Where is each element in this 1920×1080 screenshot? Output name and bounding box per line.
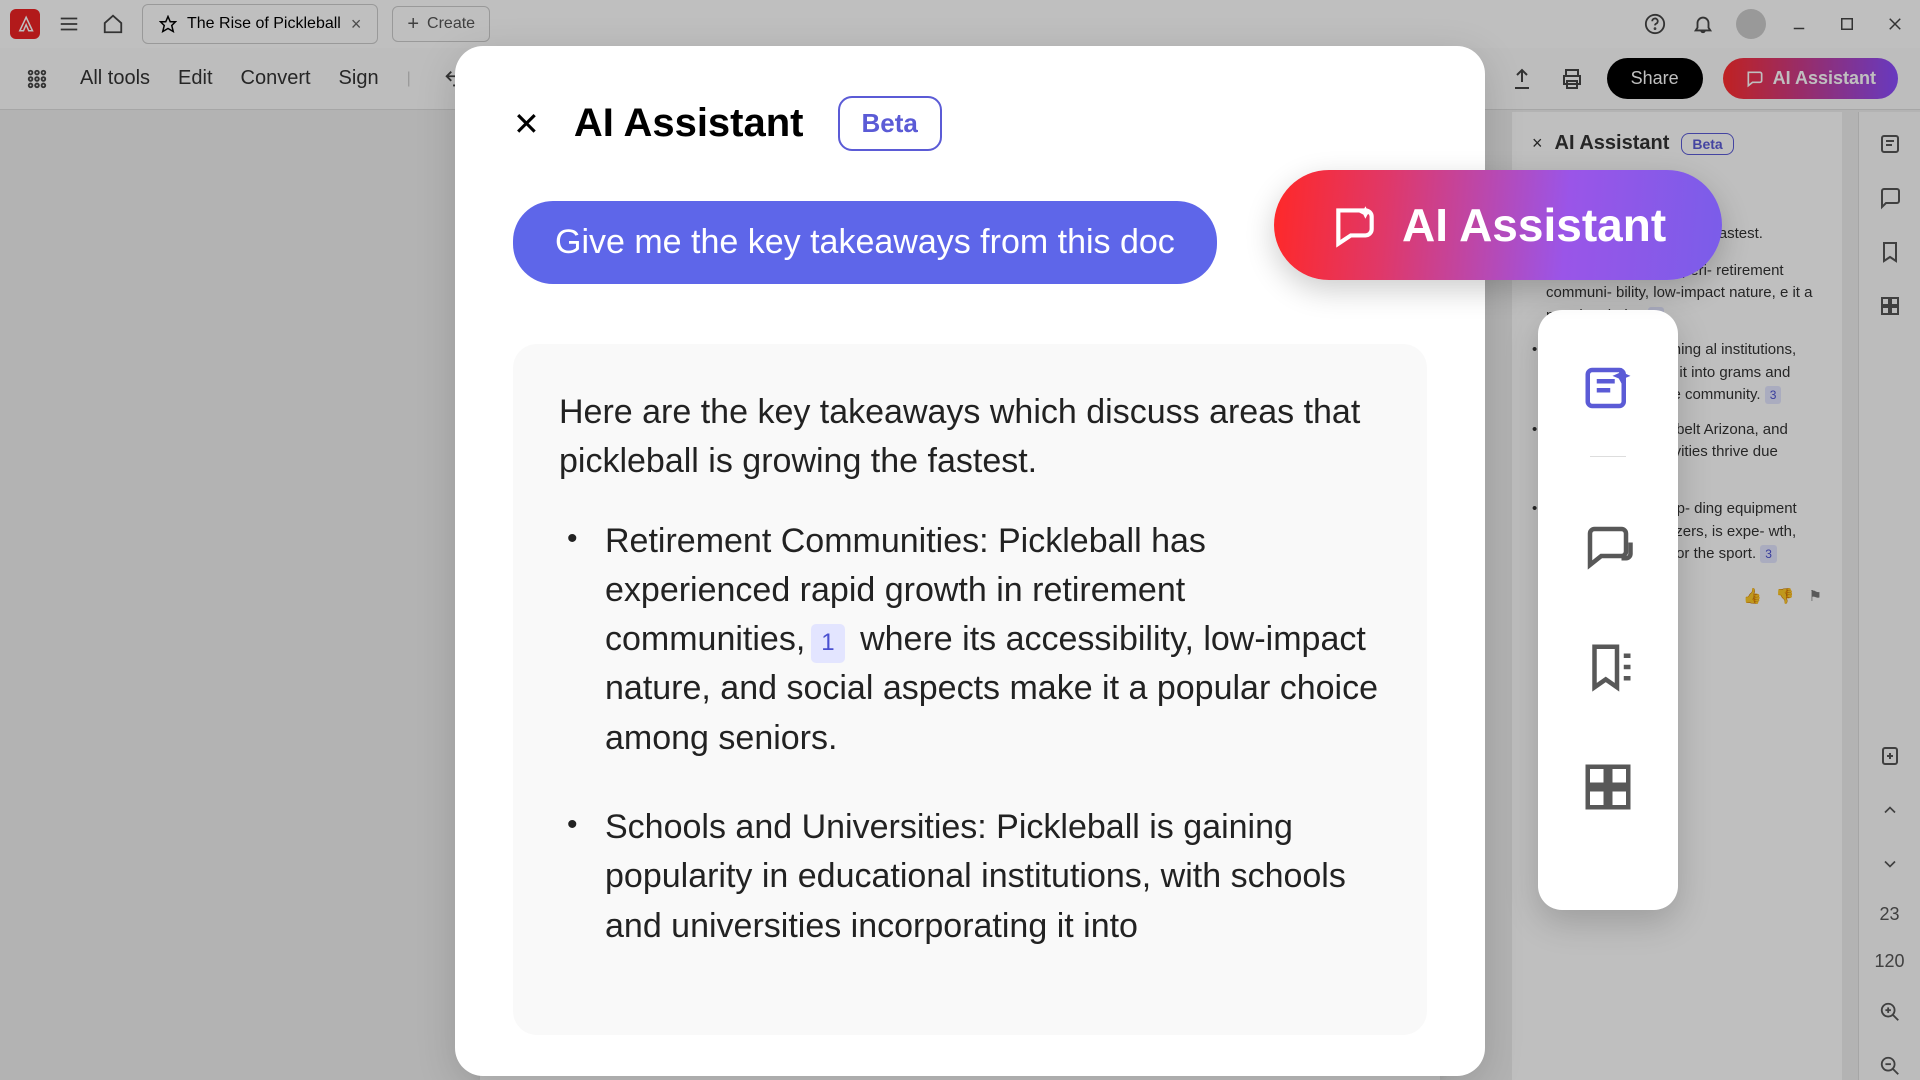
- divider: [1590, 456, 1626, 457]
- summary-rail-icon[interactable]: [1876, 130, 1904, 158]
- share-button[interactable]: Share: [1607, 58, 1703, 99]
- export-rail-icon[interactable]: [1876, 742, 1904, 770]
- right-rail: 23 120: [1858, 112, 1920, 1080]
- create-button[interactable]: + Create: [392, 6, 490, 42]
- document-tab[interactable]: The Rise of Pickleball ×: [142, 4, 378, 44]
- summary-card-icon[interactable]: [1578, 358, 1638, 418]
- help-icon[interactable]: [1640, 9, 1670, 39]
- comment-card-icon[interactable]: [1578, 517, 1638, 577]
- tab-title: The Rise of Pickleball: [187, 15, 341, 33]
- window-maximize-icon[interactable]: [1832, 9, 1862, 39]
- close-icon[interactable]: ×: [1532, 133, 1543, 154]
- zoom-in-icon[interactable]: [1876, 998, 1904, 1026]
- ai-assistant-float-button[interactable]: AI Assistant: [1274, 170, 1722, 280]
- thumbs-up-icon[interactable]: 👍: [1743, 586, 1762, 609]
- sparkle-chat-icon: [1330, 200, 1380, 250]
- convert-button[interactable]: Convert: [241, 67, 311, 90]
- bookmark-card-icon[interactable]: [1578, 637, 1638, 697]
- notification-icon[interactable]: [1688, 9, 1718, 39]
- flag-icon[interactable]: ⚑: [1809, 586, 1822, 609]
- ai-response-card: Here are the key takeaways which discuss…: [513, 344, 1427, 1035]
- response-bullet: Schools and Universities: Pickleball is …: [559, 803, 1381, 951]
- ai-assistant-toolbar-button[interactable]: AI Assistant: [1723, 58, 1898, 99]
- float-button-label: AI Assistant: [1402, 198, 1666, 252]
- page-up-icon[interactable]: [1876, 796, 1904, 824]
- close-tab-icon[interactable]: ×: [351, 14, 362, 35]
- window-minimize-icon[interactable]: [1784, 9, 1814, 39]
- citation-badge[interactable]: 1: [811, 624, 844, 663]
- edit-button[interactable]: Edit: [178, 67, 212, 90]
- user-message-bubble: Give me the key takeaways from this doc: [513, 201, 1217, 284]
- beta-badge: Beta: [1681, 133, 1733, 155]
- grid-rail-icon[interactable]: [1876, 292, 1904, 320]
- page-total: 120: [1874, 951, 1904, 972]
- bookmark-rail-icon[interactable]: [1876, 238, 1904, 266]
- zoom-out-icon[interactable]: [1876, 1052, 1904, 1080]
- all-tools-grid-icon[interactable]: [22, 64, 52, 94]
- comment-rail-icon[interactable]: [1876, 184, 1904, 212]
- print-icon[interactable]: [1557, 64, 1587, 94]
- thumbs-down-icon[interactable]: 👎: [1776, 586, 1795, 609]
- sign-button[interactable]: Sign: [339, 67, 379, 90]
- titlebar: The Rise of Pickleball × + Create: [0, 0, 1920, 48]
- window-close-icon[interactable]: [1880, 9, 1910, 39]
- side-panel-title: AI Assistant: [1555, 132, 1670, 155]
- adobe-logo: [10, 9, 40, 39]
- response-intro: Here are the key takeaways which discuss…: [559, 388, 1381, 487]
- modal-title: AI Assistant: [574, 101, 804, 146]
- create-label: Create: [427, 15, 475, 33]
- sparkle-chat-icon: [1745, 69, 1765, 89]
- star-icon: [159, 15, 177, 33]
- avatar[interactable]: [1736, 9, 1766, 39]
- response-bullet: Retirement Communities: Pickleball has e…: [559, 517, 1381, 763]
- upload-icon[interactable]: [1507, 64, 1537, 94]
- close-modal-button[interactable]: ✕: [513, 105, 540, 143]
- all-tools-button[interactable]: All tools: [80, 67, 150, 90]
- page-current[interactable]: 23: [1879, 904, 1899, 925]
- menu-icon[interactable]: [54, 9, 84, 39]
- float-icon-card: [1538, 310, 1678, 910]
- beta-badge: Beta: [838, 96, 942, 151]
- grid-card-icon[interactable]: [1578, 757, 1638, 817]
- home-icon[interactable]: [98, 9, 128, 39]
- page-down-icon[interactable]: [1876, 850, 1904, 878]
